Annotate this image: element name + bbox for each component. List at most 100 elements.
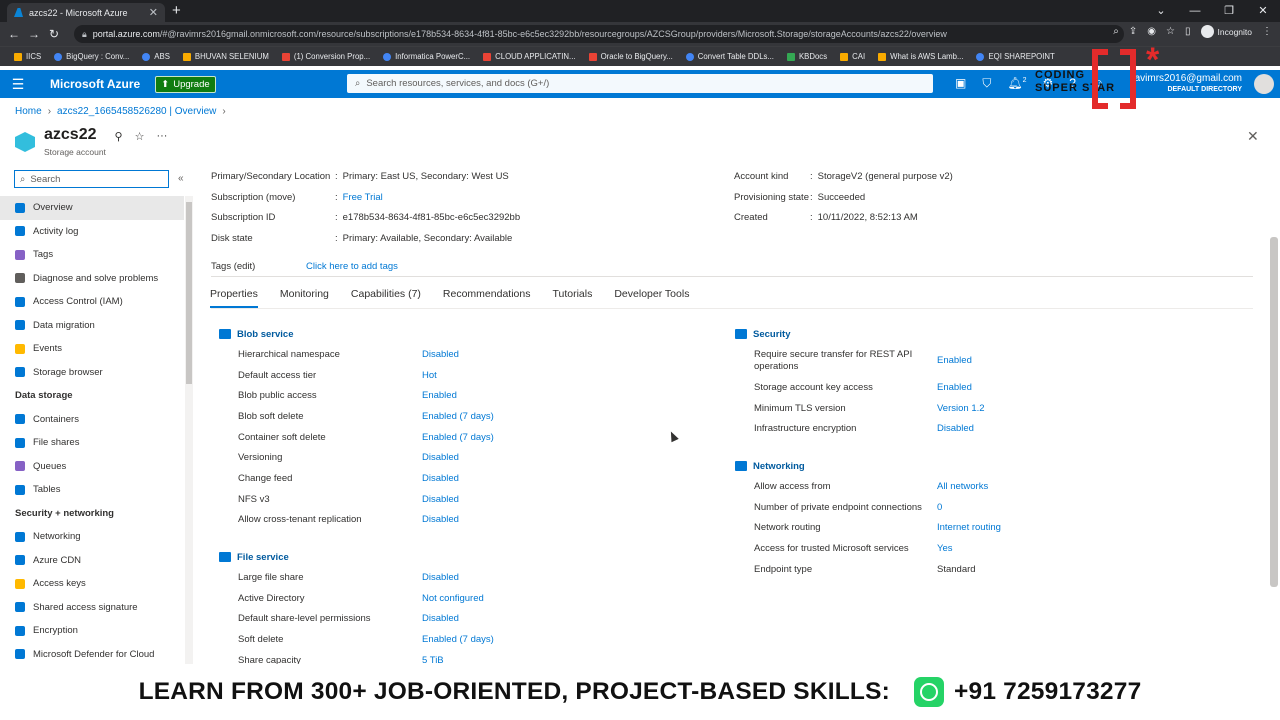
tab-tutorials[interactable]: Tutorials	[552, 288, 592, 308]
back-icon[interactable]: ←	[4, 27, 24, 41]
property-value[interactable]: Enabled	[937, 355, 972, 366]
reload-icon[interactable]: ↻	[44, 27, 64, 41]
sidebar-item-containers[interactable]: Containers	[0, 408, 184, 432]
sidebar-item-tags[interactable]: Tags	[0, 243, 184, 267]
address-bar[interactable]: 🔒︎ portal.azure.com/#@ravimrs2016gmail.o…	[74, 25, 1124, 43]
property-value[interactable]: Disabled	[422, 572, 459, 583]
add-tags-link[interactable]: Click here to add tags	[306, 261, 398, 272]
star-icon[interactable]: ☆	[1166, 26, 1175, 37]
property-value[interactable]: Enabled (7 days)	[422, 634, 494, 645]
bookmark[interactable]: ABS	[142, 52, 170, 61]
restore-icon[interactable]: ❐	[1212, 0, 1246, 22]
sidebar-item-data-migration[interactable]: Data migration	[0, 314, 184, 338]
breadcrumb-resource-group[interactable]: azcs22_1665458526280 | Overview	[57, 106, 216, 117]
minimize-icon[interactable]: —	[1178, 0, 1212, 22]
share-icon[interactable]: ⇪	[1129, 26, 1137, 37]
property-value[interactable]: Enabled (7 days)	[422, 432, 494, 443]
property-value[interactable]: Disabled	[422, 452, 459, 463]
sidebar-item-diagnose-and-solve-problems[interactable]: Diagnose and solve problems	[0, 267, 184, 291]
property-value[interactable]: Disabled	[422, 613, 459, 624]
content-scrollbar-thumb[interactable]	[1270, 237, 1278, 587]
bookmark[interactable]: Oracle to BigQuery...	[588, 52, 673, 61]
property-value[interactable]: Enabled	[937, 382, 972, 393]
sidebar-item-shared-access-signature[interactable]: Shared access signature	[0, 596, 184, 620]
tab-capabilities-7[interactable]: Capabilities (7)	[351, 288, 421, 308]
containers-icon	[15, 414, 25, 425]
sidebar-item-encryption[interactable]: Encryption	[0, 619, 184, 643]
bookmark[interactable]: What is AWS Lamb...	[878, 52, 963, 61]
sidebar-item-activity-log[interactable]: Activity log	[0, 220, 184, 244]
sidebar-item-networking[interactable]: Networking	[0, 525, 184, 549]
property-value[interactable]: Disabled	[422, 349, 459, 360]
sidebar-item-microsoft-defender-for-cloud[interactable]: Microsoft Defender for Cloud	[0, 643, 184, 667]
property-value[interactable]: Version 1.2	[937, 403, 985, 414]
pin-icon[interactable]: ⚲	[115, 130, 123, 143]
sidebar-item-access-keys[interactable]: Access keys	[0, 572, 184, 596]
property-value[interactable]: Yes	[937, 543, 953, 554]
property-value[interactable]: Disabled	[422, 494, 459, 505]
essentials-value[interactable]: Free Trial	[343, 192, 383, 203]
favorite-star-icon[interactable]: ☆	[135, 130, 145, 143]
more-icon[interactable]: ···	[156, 130, 167, 143]
property-value[interactable]: Enabled	[422, 390, 457, 401]
microsoft-defender-for-cloud-icon	[15, 649, 25, 660]
property-value[interactable]: Disabled	[422, 473, 459, 484]
sidepanel-icon[interactable]: ▯	[1185, 26, 1191, 37]
property-value[interactable]: Hot	[422, 370, 437, 381]
bookmark[interactable]: BigQuery : Conv...	[54, 52, 129, 61]
hide-eye-icon[interactable]: ◉	[1147, 26, 1156, 37]
portal-search-input[interactable]: ⌕ Search resources, services, and docs (…	[347, 74, 933, 93]
bookmark[interactable]: (1) Conversion Prop...	[281, 52, 370, 61]
zoom-icon[interactable]: ⌕	[1113, 26, 1119, 37]
bookmark[interactable]: BHUVAN SELENIUM	[182, 52, 269, 61]
notifications-icon[interactable]: 🔔︎2	[1007, 76, 1026, 91]
property-value[interactable]: Disabled	[937, 423, 974, 434]
sidebar-item-file-shares[interactable]: File shares	[0, 431, 184, 455]
menu-scrollbar-thumb[interactable]	[186, 202, 192, 384]
sidebar-item-events[interactable]: Events	[0, 337, 184, 361]
breadcrumb-home[interactable]: Home	[15, 106, 42, 117]
sidebar-item-overview[interactable]: Overview	[0, 196, 184, 220]
menu-search-input[interactable]: ⌕ Search	[14, 170, 169, 188]
sidebar-item-access-control-iam[interactable]: Access Control (IAM)	[0, 290, 184, 314]
forward-icon[interactable]: →	[24, 27, 44, 41]
chevron-down-icon[interactable]: ⌄	[1144, 0, 1178, 22]
sidebar-item-label: Queues	[33, 460, 67, 472]
browser-tab[interactable]: azcs22 - Microsoft Azure ✕	[7, 3, 165, 22]
bookmark[interactable]: Convert Table DDLs...	[685, 52, 774, 61]
tab-monitoring[interactable]: Monitoring	[280, 288, 329, 308]
cloud-shell-icon[interactable]: ▣	[955, 76, 966, 91]
bookmark[interactable]: KBDocs	[786, 52, 827, 61]
close-blade-icon[interactable]: ✕	[1247, 128, 1259, 145]
tags-label[interactable]: Tags (edit)	[211, 261, 306, 272]
property-value[interactable]: Enabled (7 days)	[422, 411, 494, 422]
directory-filter-icon[interactable]: ⛉	[982, 76, 991, 91]
collapse-menu-icon[interactable]: «	[178, 173, 184, 184]
property-value[interactable]: Disabled	[422, 514, 459, 525]
sidebar-item-tables[interactable]: Tables	[0, 478, 184, 502]
tab-properties[interactable]: Properties	[210, 288, 258, 308]
avatar[interactable]	[1254, 74, 1274, 94]
hamburger-menu-icon[interactable]: ☰	[0, 76, 36, 93]
sidebar-item-storage-browser[interactable]: Storage browser	[0, 361, 184, 385]
bookmark[interactable]: CLOUD APPLICATIN...	[483, 52, 576, 61]
property-value[interactable]: Internet routing	[937, 522, 1001, 533]
property-value[interactable]: Not configured	[422, 593, 484, 604]
sidebar-item-azure-cdn[interactable]: Azure CDN	[0, 549, 184, 573]
upgrade-button[interactable]: ⬆ Upgrade	[155, 75, 216, 93]
sidebar-item-queues[interactable]: Queues	[0, 455, 184, 479]
menu-scrollbar[interactable]	[185, 196, 193, 666]
tab-recommendations[interactable]: Recommendations	[443, 288, 531, 308]
property-value[interactable]: All networks	[937, 481, 988, 492]
new-tab-icon[interactable]: +	[172, 2, 181, 19]
property-value[interactable]: 0	[937, 502, 942, 513]
bookmark[interactable]: CAI	[840, 52, 865, 61]
bookmark[interactable]: Informatica PowerC...	[383, 52, 470, 61]
bookmark[interactable]: IICS	[14, 52, 41, 61]
close-tab-icon[interactable]: ✕	[149, 6, 158, 19]
incognito-badge[interactable]: Incognito	[1200, 25, 1252, 38]
tab-developer-tools[interactable]: Developer Tools	[614, 288, 689, 308]
close-window-icon[interactable]: ✕	[1246, 0, 1280, 22]
menu-dots-icon[interactable]: ⋮	[1262, 26, 1272, 37]
azure-brand[interactable]: Microsoft Azure	[50, 77, 140, 91]
